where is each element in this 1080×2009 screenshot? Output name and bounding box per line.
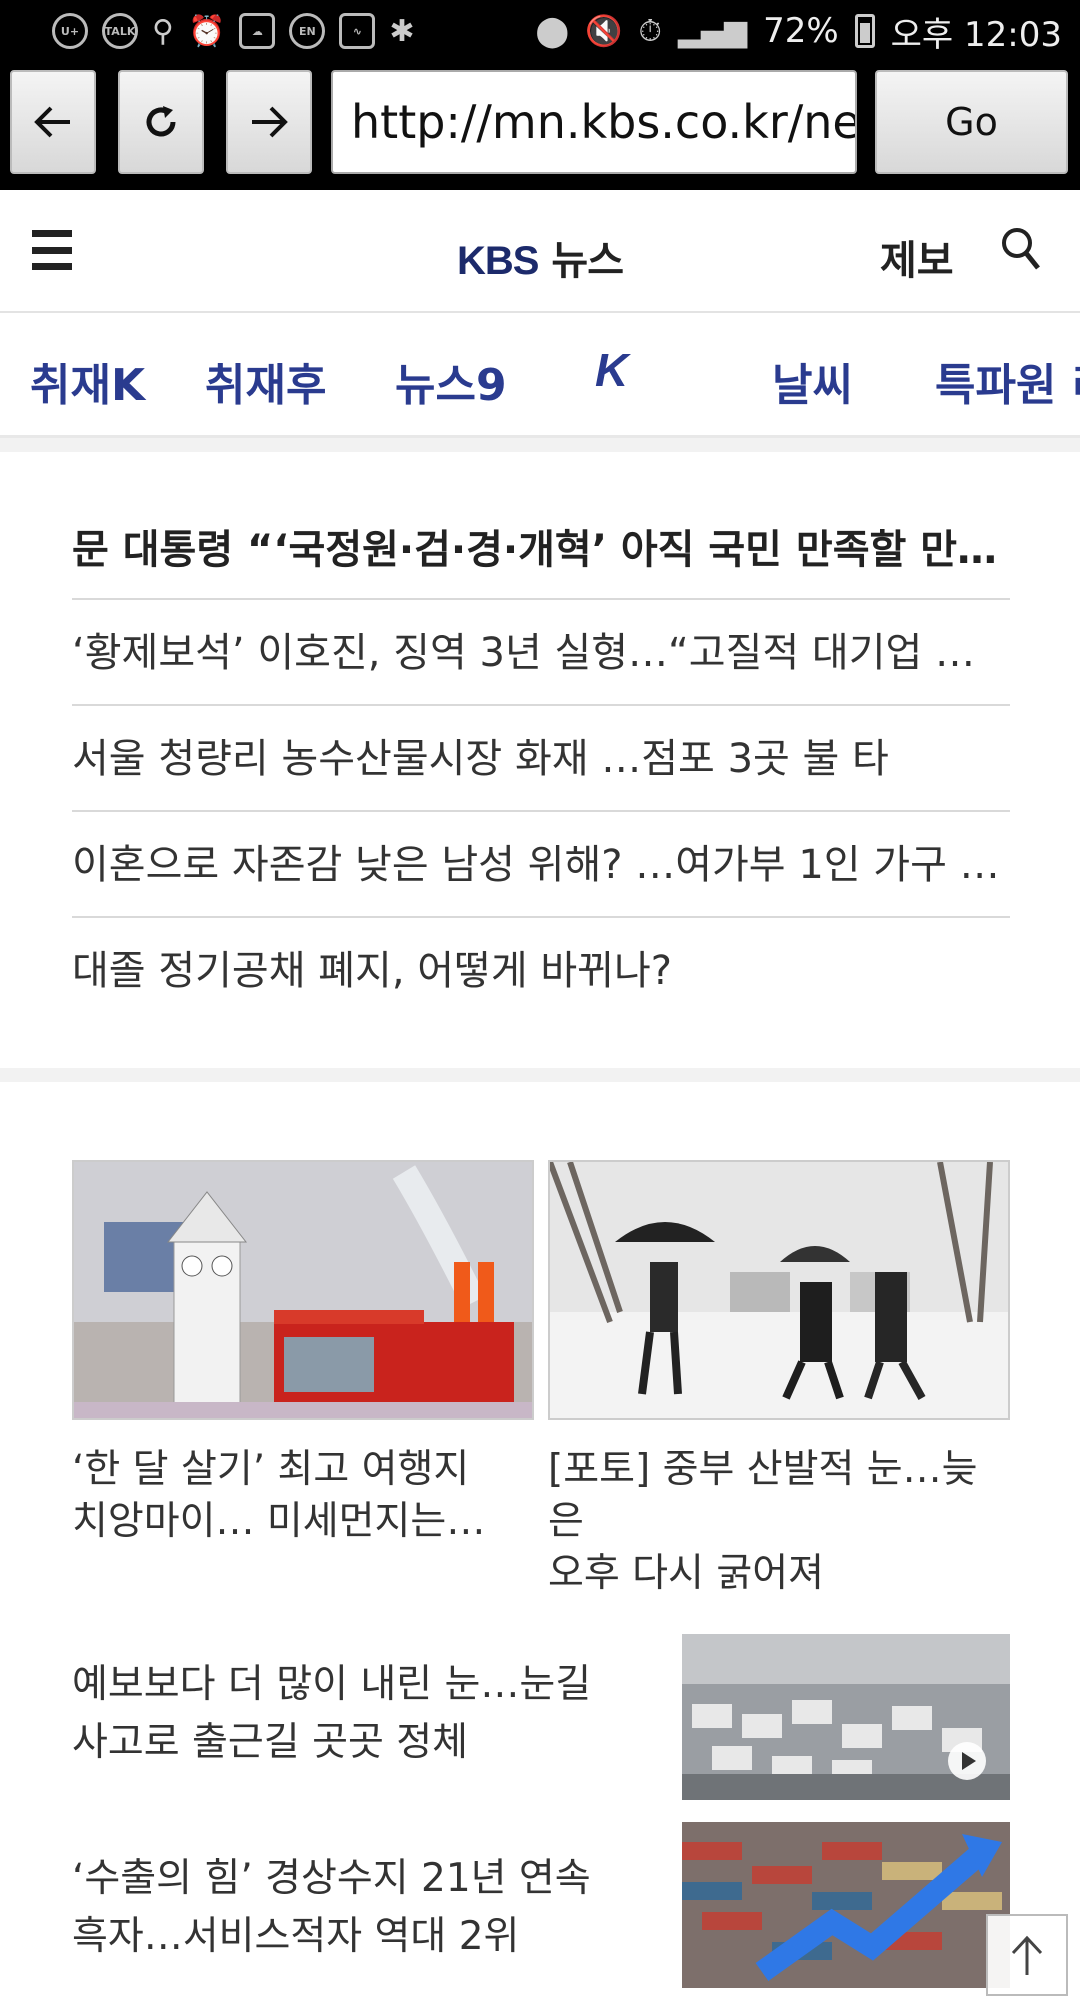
category-nav: 취재K 취재후 뉴스9 K 날씨 특파원 리 <box>0 313 1080 438</box>
go-button[interactable]: Go <box>875 70 1068 174</box>
clock: 오후 12:03 <box>890 14 1062 55</box>
card-caption-line: ‘한 달 살기’ 최고 여행지 <box>72 1447 470 1492</box>
reload-icon <box>146 106 176 137</box>
headline-item[interactable]: ‘황제보석’ 이호진, 징역 3년 실형…“고질적 대기업 횡… <box>72 600 1010 706</box>
mute-icon: 🔇 <box>585 13 623 49</box>
section-divider <box>0 1068 1080 1082</box>
arrow-up-icon <box>1011 1935 1043 1975</box>
list-item-line: ‘수출의 힘’ 경상수지 21년 연속 <box>72 1856 591 1901</box>
notification-icons: U+ TALK ⚲ ⏰ ☁ EN ∿ ✱ <box>52 13 414 49</box>
photo-card[interactable]: ‘한 달 살기’ 최고 여행지 치앙마이… 미세먼지는… <box>72 1160 534 1548</box>
status-bar: U+ TALK ⚲ ⏰ ☁ EN ∿ ✱ ⬤ 🔇 ⏱ ▂▄▆ 72% 오후 12… <box>0 0 1080 62</box>
list-item[interactable]: ‘수출의 힘’ 경상수지 21년 연속 흑자…서비스적자 역대 2위 <box>72 1820 1010 1990</box>
thumb-traffic-snow <box>682 1634 1010 1800</box>
bug-icon: ✱ <box>389 13 415 49</box>
pulse-icon: ∿ <box>339 13 376 49</box>
battery-icon <box>854 14 875 48</box>
nav-item-chwijae-k[interactable]: 취재K <box>30 349 145 413</box>
nav-item-chwijaehu[interactable]: 취재후 <box>205 349 326 413</box>
list-item[interactable]: 예보보다 더 많이 내린 눈…눈길 사고로 출근길 곳곳 정체 <box>72 1632 1010 1802</box>
list-item-line: 예보보다 더 많이 내린 눈…눈길 <box>72 1662 592 1707</box>
en-shield-icon: EN <box>289 13 326 49</box>
headline-item[interactable]: 이혼으로 자존감 낮은 남성 위해? …여가부 1인 가구 … <box>72 812 1010 918</box>
card-caption-line: 치앙마이… 미세먼지는… <box>72 1499 486 1544</box>
headline-item[interactable]: 서울 청량리 농수산물시장 화재 …점포 3곳 불 타 <box>72 706 1010 812</box>
nav-item-weather[interactable]: 날씨 <box>772 349 853 413</box>
alarm-clock-icon: ⏱ <box>638 13 662 49</box>
forward-button[interactable] <box>226 70 312 174</box>
u-plus-icon: U+ <box>52 13 88 49</box>
cloud-icon: ☁ <box>239 13 276 49</box>
report-link[interactable]: 제보 <box>880 228 954 286</box>
list-item-line: 사고로 출근길 곳곳 정체 <box>72 1720 468 1765</box>
lte-signal-icon: ▂▄▆ <box>677 13 748 49</box>
nav-item-news9[interactable]: 뉴스9 <box>395 349 507 413</box>
usb-icon: ⚲ <box>152 13 174 49</box>
back-to-top-button[interactable] <box>986 1914 1068 1996</box>
battery-percent: 72% <box>763 11 839 51</box>
card-caption-line: 오후 다시 굵어져 <box>548 1551 824 1596</box>
back-button[interactable] <box>10 70 96 174</box>
card-image-fire-truck <box>72 1160 534 1420</box>
arrow-right-icon <box>252 106 288 138</box>
browser-toolbar: http://mn.kbs.co.kr/news Go <box>0 62 1080 190</box>
search-icon[interactable] <box>1000 226 1042 272</box>
nav-item-correspondent[interactable]: 특파원 리 <box>935 349 1080 413</box>
headline-item[interactable]: 문 대통령 “‘국정원·검·경·개혁’ 아직 국민 만족할 만큼 … <box>72 500 1010 600</box>
logo-kbs-text: KBS <box>457 239 539 283</box>
photo-card[interactable]: [포토] 중부 산발적 눈…늦은 오후 다시 굵어져 <box>548 1160 1010 1600</box>
logo-news-text: 뉴스 <box>551 238 624 284</box>
play-icon <box>948 1742 986 1780</box>
location-icon: ⬤ <box>535 13 570 49</box>
card-caption-line: [포토] 중부 산발적 눈…늦은 <box>548 1447 978 1544</box>
card-image-snow-walkers <box>548 1160 1010 1420</box>
section-divider <box>0 438 1080 452</box>
url-field[interactable]: http://mn.kbs.co.kr/news <box>331 70 857 174</box>
headline-item[interactable]: 대졸 정기공채 폐지, 어떻게 바뀌나? <box>72 918 1010 1024</box>
thumb-export-containers <box>682 1822 1010 1988</box>
alarm-icon: ⏰ <box>187 13 226 49</box>
headline-list: 문 대통령 “‘국정원·검·경·개혁’ 아직 국민 만족할 만큼 … ‘황제보석… <box>72 500 1010 1024</box>
arrow-left-icon <box>34 106 70 138</box>
nav-item-k-logo[interactable]: K <box>595 343 628 397</box>
reload-button[interactable] <box>118 70 204 174</box>
talk-icon: TALK <box>102 13 138 49</box>
list-item-line: 흑자…서비스적자 역대 2위 <box>72 1914 520 1959</box>
site-header: KBS 뉴스 제보 <box>0 190 1080 313</box>
